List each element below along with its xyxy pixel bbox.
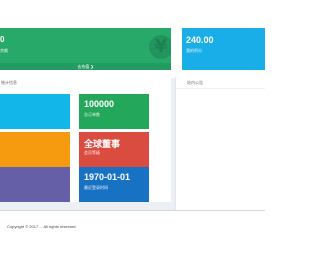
stat-tile-value: 全球董事 bbox=[84, 139, 121, 149]
stat-tile-value: 1970-01-01 bbox=[84, 172, 131, 182]
notice-box bbox=[175, 77, 265, 210]
stat-tile-orders: 100000 总订单数 bbox=[79, 94, 149, 129]
stat-tile-3 bbox=[0, 132, 70, 167]
yen-icon: ¥ bbox=[149, 35, 171, 59]
balance-value: 0 bbox=[0, 35, 5, 44]
stat-tile-label: 会员等级 bbox=[84, 150, 100, 155]
stat-tile-label: 最近登录时间 bbox=[84, 185, 108, 190]
stat-tile-member-level: 全球董事 会员等级 bbox=[79, 132, 149, 167]
dashboard-screen: 0 余额 ¥ 去充值 ❯ 240.00 我的积分 统计信息 100000 总订单… bbox=[0, 0, 265, 265]
page-footer bbox=[0, 210, 265, 265]
stat-tile-last-login: 1970-01-01 最近登录时间 bbox=[79, 167, 149, 202]
stat-tile-1 bbox=[0, 94, 70, 129]
stat-tile-value: 100000 bbox=[84, 99, 115, 109]
balance-label: 余额 bbox=[0, 48, 8, 53]
copyright-text: Copyright © 2017 ... All rights reserved… bbox=[7, 224, 77, 229]
stat-tile-5 bbox=[0, 167, 70, 202]
recharge-link[interactable]: 去充值 ❯ bbox=[0, 63, 171, 70]
points-panel: 240.00 我的积分 bbox=[182, 28, 265, 70]
stats-box-title: 统计信息 bbox=[1, 80, 17, 85]
divider bbox=[176, 88, 265, 89]
notice-box-title: 站内公告 bbox=[187, 80, 203, 85]
points-label: 我的积分 bbox=[186, 48, 202, 53]
points-value: 240.00 bbox=[186, 35, 214, 45]
balance-panel: 0 余额 ¥ 去充值 ❯ bbox=[0, 28, 171, 70]
stat-tile-label: 总订单数 bbox=[84, 112, 100, 117]
